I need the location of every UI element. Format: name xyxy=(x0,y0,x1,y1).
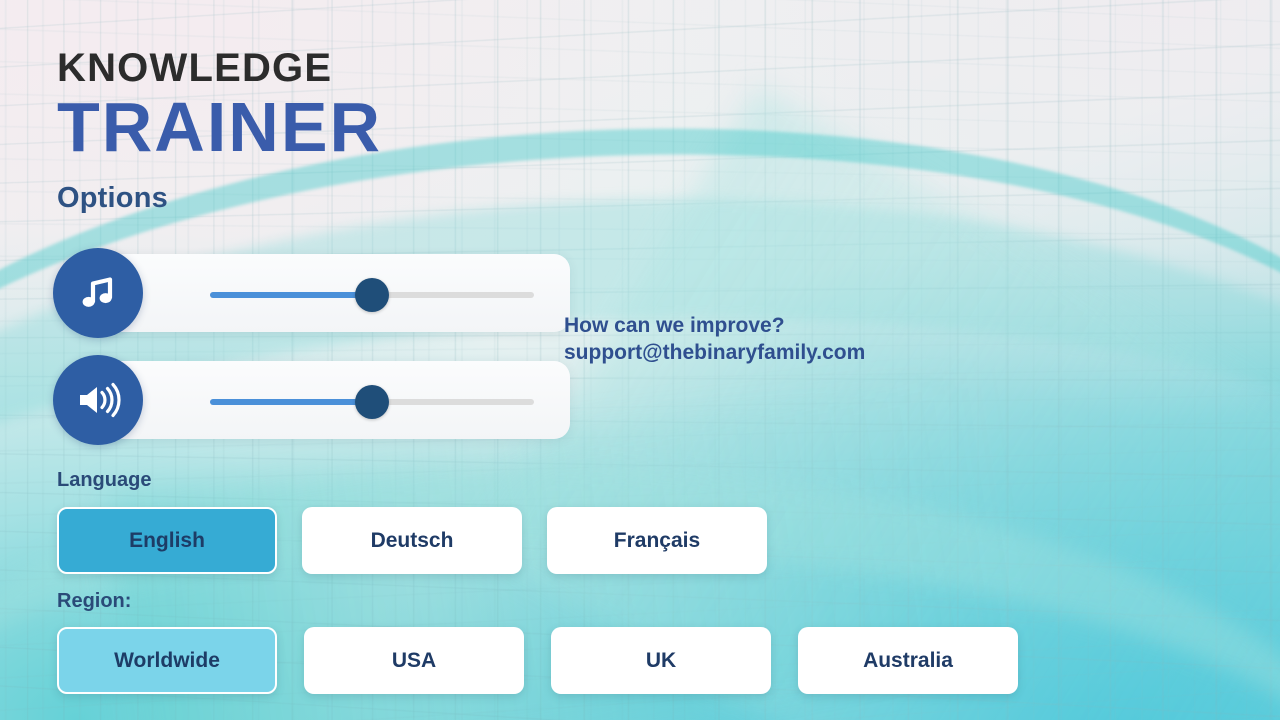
volume-slider-track[interactable] xyxy=(210,385,534,419)
speaker-volume-icon xyxy=(53,355,143,445)
app-logo-title: KNOWLEDGE TRAINER xyxy=(57,48,382,162)
volume-slider-fill xyxy=(210,399,372,405)
region-label: Region: xyxy=(57,590,132,612)
region-button-row: Worldwide USA UK Australia xyxy=(57,627,1018,694)
language-option-label: Français xyxy=(613,528,701,552)
title-knowledge: KNOWLEDGE xyxy=(57,46,333,90)
language-option-label: English xyxy=(129,528,205,552)
region-option-label: Worldwide xyxy=(114,648,220,672)
language-option-deutsch[interactable]: Deutsch xyxy=(302,507,522,574)
volume-slider-panel[interactable] xyxy=(97,361,570,439)
language-label: Language xyxy=(57,469,152,491)
language-option-fran-ais[interactable]: Français xyxy=(547,507,767,574)
options-screen: KNOWLEDGE TRAINER Options How can we imp… xyxy=(0,0,1280,720)
region-option-label: Australia xyxy=(863,648,953,672)
language-option-label: Deutsch xyxy=(370,528,454,552)
language-option-english[interactable]: English xyxy=(57,507,277,574)
region-option-worldwide[interactable]: Worldwide xyxy=(57,627,277,694)
page-title: Options xyxy=(57,182,168,214)
music-slider-thumb[interactable] xyxy=(355,278,389,312)
volume-slider-thumb[interactable] xyxy=(355,385,389,419)
region-option-australia[interactable]: Australia xyxy=(798,627,1018,694)
music-slider-fill xyxy=(210,292,372,298)
music-note-icon xyxy=(53,248,143,338)
music-slider-panel[interactable] xyxy=(97,254,570,332)
language-button-row: English Deutsch Français xyxy=(57,507,767,574)
support-question: How can we improve? xyxy=(564,314,785,337)
region-option-uk[interactable]: UK xyxy=(551,627,771,694)
support-email[interactable]: support@thebinaryfamily.com xyxy=(564,340,865,367)
region-option-label: USA xyxy=(391,648,437,672)
region-option-label: UK xyxy=(645,648,677,672)
region-option-usa[interactable]: USA xyxy=(304,627,524,694)
support-contact-block: How can we improve? support@thebinaryfam… xyxy=(564,313,865,366)
title-trainer: TRAINER xyxy=(57,88,383,166)
music-slider-track[interactable] xyxy=(210,278,534,312)
